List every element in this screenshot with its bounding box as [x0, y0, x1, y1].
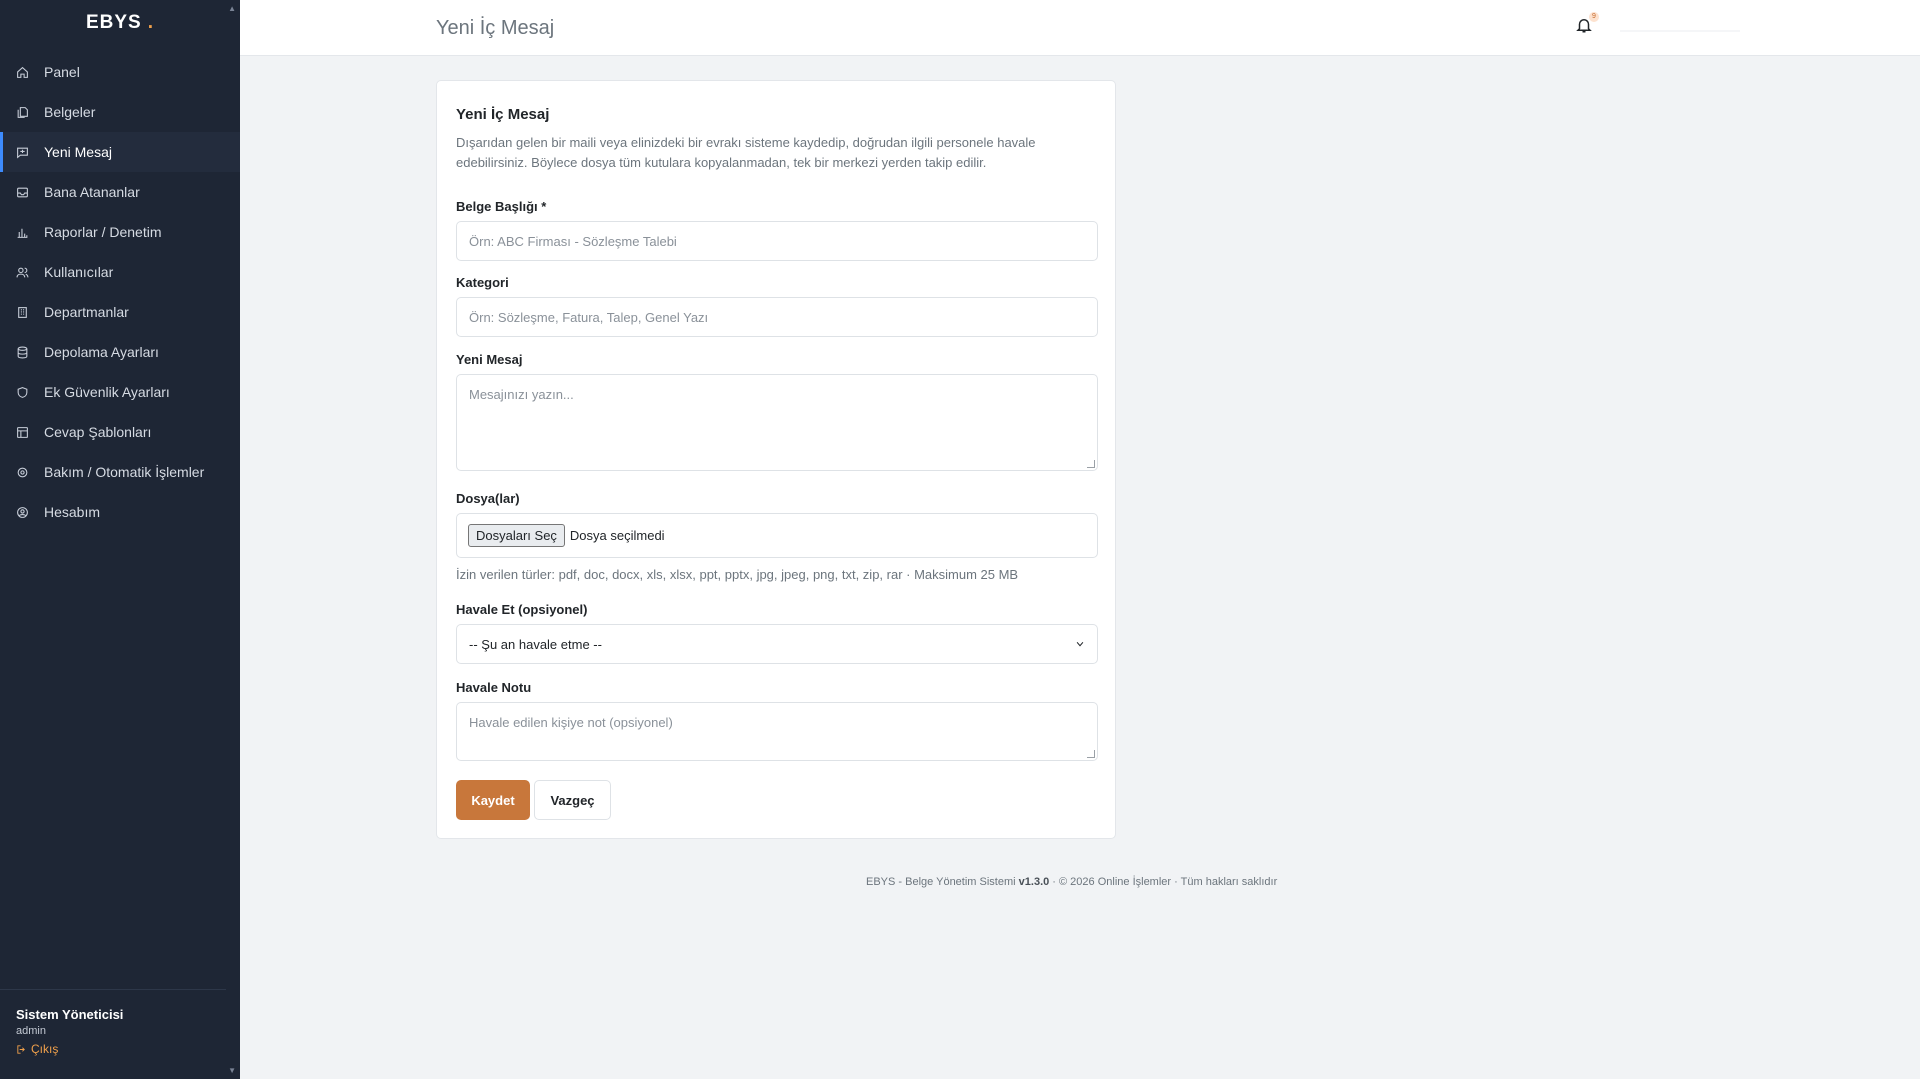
category-input[interactable]: Örn: Sözleşme, Fatura, Talep, Genel Yazı	[456, 297, 1098, 337]
sidebar-item-label: Bana Atananlar	[44, 184, 140, 200]
sidebar-item-yeni-mesaj[interactable]: Yeni Mesaj	[0, 132, 240, 172]
user-role: admin	[16, 1025, 46, 1037]
sidebar-item-hesabim[interactable]: Hesabım	[0, 492, 240, 532]
doc-title-input[interactable]: Örn: ABC Firması - Sözleşme Talebi	[456, 221, 1098, 261]
sidebar-item-label: Bakım / Otomatik İşlemler	[44, 464, 205, 480]
scroll-down-arrow-icon[interactable]: ▼	[228, 1066, 236, 1075]
forward-note-placeholder: Havale edilen kişiye not (opsiyonel)	[469, 715, 673, 730]
files-hint: İzin verilen türler: pdf, doc, docx, xls…	[456, 567, 1019, 582]
file-input[interactable]: Dosyaları Seç Dosya seçilmedi	[456, 513, 1098, 558]
bar-chart-icon	[16, 226, 29, 239]
new-message-card: Yeni İç Mesaj Dışarıdan gelen bir maili …	[436, 80, 1116, 839]
sidebar-item-label: Ek Güvenlik Ayarları	[44, 384, 170, 400]
notifications-button[interactable]: 9	[1575, 12, 1599, 38]
sidebar-item-label: Departmanlar	[44, 304, 129, 320]
template-icon	[16, 426, 29, 439]
logout-link[interactable]: Çıkış	[16, 1042, 224, 1056]
sidebar-item-depolama[interactable]: Depolama Ayarları	[0, 332, 240, 372]
page-title: Yeni İç Mesaj	[436, 17, 555, 39]
sidebar-divider	[0, 989, 226, 990]
user-name: Sistem Yöneticisi	[16, 1007, 124, 1022]
notification-count-badge: 9	[1589, 12, 1599, 22]
sidebar-item-label: Hesabım	[44, 504, 101, 520]
documents-icon	[16, 106, 29, 119]
message-placeholder: Mesajınızı yazın...	[469, 387, 574, 402]
shield-icon	[16, 386, 29, 399]
sidebar-item-departmanlar[interactable]: Departmanlar	[0, 292, 240, 332]
message-label: Yeni Mesaj	[456, 352, 523, 367]
sidebar-item-label: Panel	[44, 64, 80, 80]
footer-text-end: · © 2026 Online İşlemler · Tüm hakları s…	[1049, 876, 1278, 888]
file-status: Dosya seçilmedi	[569, 528, 665, 543]
doc-title-placeholder: Örn: ABC Firması - Sözleşme Talebi	[469, 233, 677, 249]
message-textarea[interactable]: Mesajınızı yazın...	[456, 374, 1098, 471]
sidebar-item-label: Cevap Şablonları	[44, 424, 152, 440]
gear-icon	[16, 466, 29, 479]
sidebar-item-panel[interactable]: Panel	[0, 52, 240, 92]
user-circle-icon	[16, 506, 29, 519]
forward-note-label: Havale Notu	[456, 680, 532, 695]
sidebar-item-raporlar[interactable]: Raporlar / Denetim	[0, 212, 240, 252]
scroll-up-arrow-icon[interactable]: ▲	[228, 4, 236, 13]
resize-handle-icon[interactable]	[1087, 750, 1095, 758]
card-description: Dışarıdan gelen bir maili veya elinizdek…	[456, 135, 1036, 170]
save-button[interactable]: Kaydet	[456, 780, 530, 820]
sidebar-item-label: Raporlar / Denetim	[44, 224, 162, 240]
home-icon	[16, 66, 29, 79]
database-icon	[16, 346, 29, 359]
sidebar-item-cevap-sablonlari[interactable]: Cevap Şablonları	[0, 412, 240, 452]
forward-select[interactable]: -- Şu an havale etme --	[456, 624, 1098, 664]
sidebar-item-bakim[interactable]: Bakım / Otomatik İşlemler	[0, 452, 240, 492]
sidebar-nav: Panel Belgeler Yeni Mesaj Bana Atananlar…	[0, 52, 240, 532]
resize-handle-icon[interactable]	[1087, 460, 1095, 468]
sidebar-item-belgeler[interactable]: Belgeler	[0, 92, 240, 132]
brand-name: EBYS	[85, 12, 142, 33]
message-plus-icon	[16, 146, 29, 159]
forward-label: Havale Et (opsiyonel)	[456, 602, 588, 617]
chevron-down-icon	[1076, 641, 1084, 647]
logout-icon	[17, 1044, 25, 1054]
sidebar-item-label: Belgeler	[44, 104, 96, 120]
page-footer: EBYS - Belge Yönetim Sistemi v1.3.0 · © …	[866, 876, 1277, 888]
footer-version: v1.3.0	[1018, 876, 1050, 888]
footer-text-start: EBYS - Belge Yönetim Sistemi	[866, 876, 1019, 888]
user-menu-placeholder	[1620, 30, 1740, 32]
sidebar-item-bana-atananlar[interactable]: Bana Atananlar	[0, 172, 240, 212]
brand-logo[interactable]: EBYS.	[0, 0, 240, 46]
logout-label: Çıkış	[31, 1042, 59, 1056]
sidebar-item-label: Yeni Mesaj	[44, 144, 112, 160]
inbox-icon	[16, 186, 29, 199]
sidebar-user-panel: Sistem Yöneticisi admin Çıkış	[0, 989, 240, 1079]
forward-selected-value: -- Şu an havale etme --	[469, 636, 602, 652]
brand-dot: .	[147, 12, 155, 33]
choose-files-button[interactable]: Dosyaları Seç	[468, 524, 565, 547]
category-label: Kategori	[456, 275, 509, 290]
doc-title-label: Belge Başlığı *	[456, 199, 547, 214]
category-placeholder: Örn: Sözleşme, Fatura, Talep, Genel Yazı	[469, 309, 709, 325]
cancel-button[interactable]: Vazgeç	[534, 780, 611, 820]
sidebar-item-kullanicilar[interactable]: Kullanıcılar	[0, 252, 240, 292]
sidebar-item-label: Depolama Ayarları	[44, 344, 159, 360]
sidebar: ▲ EBYS. Panel Belgeler Yeni Mesaj Bana A…	[0, 0, 240, 1079]
files-label: Dosya(lar)	[456, 491, 520, 506]
top-bar: Yeni İç Mesaj 9	[240, 0, 1920, 56]
forward-note-textarea[interactable]: Havale edilen kişiye not (opsiyonel)	[456, 702, 1098, 761]
building-icon	[16, 306, 29, 319]
sidebar-item-guvenlik[interactable]: Ek Güvenlik Ayarları	[0, 372, 240, 412]
users-icon	[16, 266, 29, 279]
sidebar-item-label: Kullanıcılar	[44, 264, 114, 280]
card-title: Yeni İç Mesaj	[456, 106, 550, 123]
